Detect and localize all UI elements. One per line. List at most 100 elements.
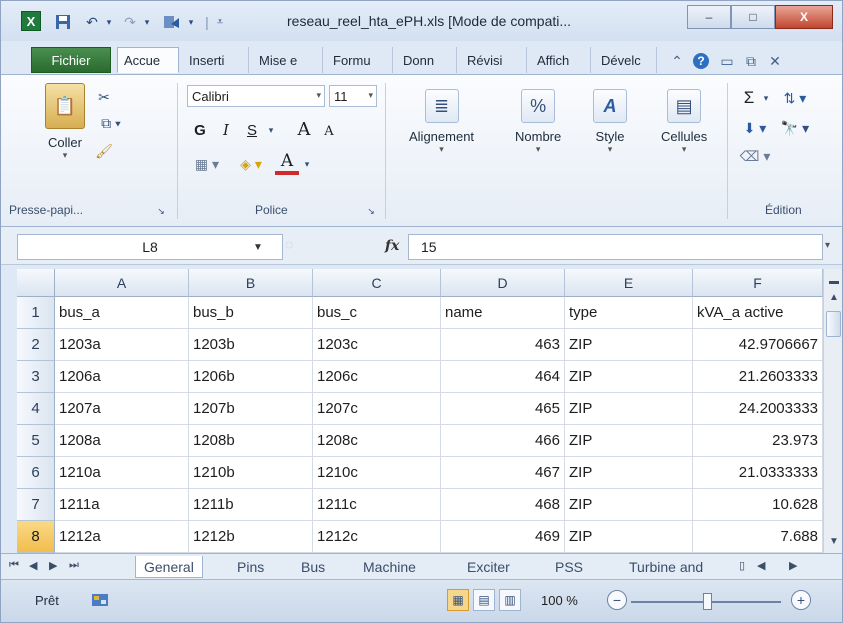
row-header[interactable]: 7 [17, 489, 55, 521]
tab-split-handle-icon[interactable]: ▯ [739, 559, 745, 572]
sheet-tab-machine[interactable]: Machine [363, 556, 416, 578]
zoom-out-button[interactable]: − [607, 590, 627, 610]
vertical-scrollbar[interactable]: ▬ ▲ ▼ [823, 269, 842, 553]
column-header-e[interactable]: E [565, 269, 693, 297]
strikethrough-button[interactable]: S [241, 119, 263, 141]
table-cell[interactable]: 1208a [55, 425, 189, 457]
table-cell[interactable]: 1210b [189, 457, 313, 489]
table-cell[interactable]: name [441, 297, 565, 329]
name-box-dropdown-icon[interactable]: ▼ [253, 242, 263, 253]
font-name-combo[interactable]: Calibri ▾ [187, 85, 325, 107]
table-cell[interactable]: 21.2603333 [693, 361, 823, 393]
customize-icon[interactable] [161, 12, 183, 32]
paste-dropdown-icon[interactable]: ▾ [63, 150, 68, 161]
page-layout-view-button[interactable]: ▤ [473, 589, 495, 611]
sheet-tab-pins[interactable]: Pins [237, 556, 264, 578]
tab-revision[interactable]: Révisi [461, 47, 527, 73]
table-cell[interactable]: 7.688 [693, 521, 823, 553]
normal-view-button[interactable]: ▦ [447, 589, 469, 611]
sheet-tab-turbine[interactable]: Turbine and [629, 556, 703, 578]
split-handle-icon[interactable]: ▬ [826, 273, 842, 289]
table-cell[interactable]: ZIP [565, 489, 693, 521]
sort-filter-icon[interactable]: ⇅ ▾ [777, 87, 813, 109]
formula-input[interactable]: 15 [408, 234, 823, 260]
number-button[interactable]: % Nombre ▾ [515, 89, 561, 155]
table-cell[interactable]: 466 [441, 425, 565, 457]
tab-insertion[interactable]: Inserti [183, 47, 249, 73]
fill-color-icon[interactable]: ◈ ▾ [233, 153, 269, 175]
table-cell[interactable]: 1206a [55, 361, 189, 393]
minimize-ribbon-icon[interactable]: ⌃ [667, 51, 687, 71]
italic-button[interactable]: I [215, 119, 237, 141]
table-cell[interactable]: 10.628 [693, 489, 823, 521]
redo-icon[interactable]: ↷ [119, 12, 141, 32]
macro-record-icon[interactable] [89, 589, 111, 611]
zoom-in-button[interactable]: + [791, 590, 811, 610]
table-cell[interactable]: 1210c [313, 457, 441, 489]
table-cell[interactable]: 23.973 [693, 425, 823, 457]
table-cell[interactable]: 1206c [313, 361, 441, 393]
quick-access-menu-icon[interactable]: ⩡ [212, 12, 228, 32]
column-header-c[interactable]: C [313, 269, 441, 297]
page-break-view-button[interactable]: ▥ [499, 589, 521, 611]
workbook-minimize-icon[interactable]: ▭ [717, 51, 737, 71]
table-cell[interactable]: ZIP [565, 521, 693, 553]
column-header-a[interactable]: A [55, 269, 189, 297]
table-cell[interactable]: type [565, 297, 693, 329]
paste-button[interactable]: 📋 Coller ▾ [45, 83, 85, 161]
clear-icon[interactable]: ⌫ ▾ [739, 145, 771, 167]
zoom-slider-thumb[interactable] [703, 593, 712, 610]
maximize-button[interactable]: □ [731, 5, 775, 29]
zoom-level[interactable]: 100 % [541, 593, 578, 608]
table-cell[interactable]: 1211b [189, 489, 313, 521]
fill-icon[interactable]: ⬇ ▾ [739, 117, 771, 139]
grow-font-button[interactable]: A [293, 117, 315, 141]
table-cell[interactable]: 1212b [189, 521, 313, 553]
tab-donnees[interactable]: Donn [397, 47, 457, 73]
font-launcher-icon[interactable]: ↘ [365, 205, 377, 217]
table-cell[interactable]: 463 [441, 329, 565, 361]
table-cell[interactable]: 1203b [189, 329, 313, 361]
cells-button[interactable]: ▤ Cellules ▾ [661, 89, 707, 155]
scroll-down-icon[interactable]: ▼ [826, 533, 842, 549]
table-cell[interactable]: 1212c [313, 521, 441, 553]
table-cell[interactable]: 1210a [55, 457, 189, 489]
font-color-dropdown-icon[interactable]: ▾ [301, 153, 313, 175]
sheet-tab-exciter[interactable]: Exciter [467, 556, 510, 578]
table-cell[interactable]: 465 [441, 393, 565, 425]
column-header-b[interactable]: B [189, 269, 313, 297]
scroll-right-icon[interactable]: ▶ [789, 559, 797, 572]
table-cell[interactable]: 1211c [313, 489, 441, 521]
save-icon[interactable] [53, 12, 73, 32]
minimize-button[interactable]: – [687, 5, 731, 29]
tab-formules[interactable]: Formu [327, 47, 393, 73]
workbook-close-icon[interactable]: ✕ [765, 51, 785, 71]
row-header[interactable]: 2 [17, 329, 55, 361]
table-cell[interactable]: 467 [441, 457, 565, 489]
table-cell[interactable]: 1207c [313, 393, 441, 425]
insert-function-icon[interactable]: fx [385, 238, 399, 254]
scroll-up-icon[interactable]: ▲ [826, 289, 842, 305]
row-header[interactable]: 4 [17, 393, 55, 425]
autosum-icon[interactable]: Σ [739, 87, 759, 109]
table-cell[interactable]: ZIP [565, 457, 693, 489]
table-cell[interactable]: 1207b [189, 393, 313, 425]
table-cell[interactable]: 464 [441, 361, 565, 393]
table-cell[interactable]: 1206b [189, 361, 313, 393]
undo-icon[interactable]: ↶ [81, 12, 103, 32]
borders-icon[interactable]: ▦ ▾ [189, 153, 225, 175]
find-select-icon[interactable]: 🔭 ▾ [777, 117, 813, 139]
table-cell[interactable]: 1207a [55, 393, 189, 425]
row-header[interactable]: 3 [17, 361, 55, 393]
table-cell[interactable]: ZIP [565, 329, 693, 361]
undo-dropdown-icon[interactable]: ▾ [103, 12, 115, 32]
table-cell[interactable]: 21.0333333 [693, 457, 823, 489]
underline-dropdown-icon[interactable]: ▾ [265, 119, 277, 141]
style-button[interactable]: A Style ▾ [593, 89, 627, 155]
autosum-dropdown-icon[interactable]: ▾ [761, 87, 771, 109]
sheet-tab-bus[interactable]: Bus [301, 556, 325, 578]
table-cell[interactable]: kVA_a active [693, 297, 823, 329]
first-sheet-icon[interactable]: ⏮ [9, 559, 19, 572]
tab-developpeur[interactable]: Dévelc [595, 47, 657, 73]
next-sheet-icon[interactable]: ▶ [49, 559, 57, 572]
